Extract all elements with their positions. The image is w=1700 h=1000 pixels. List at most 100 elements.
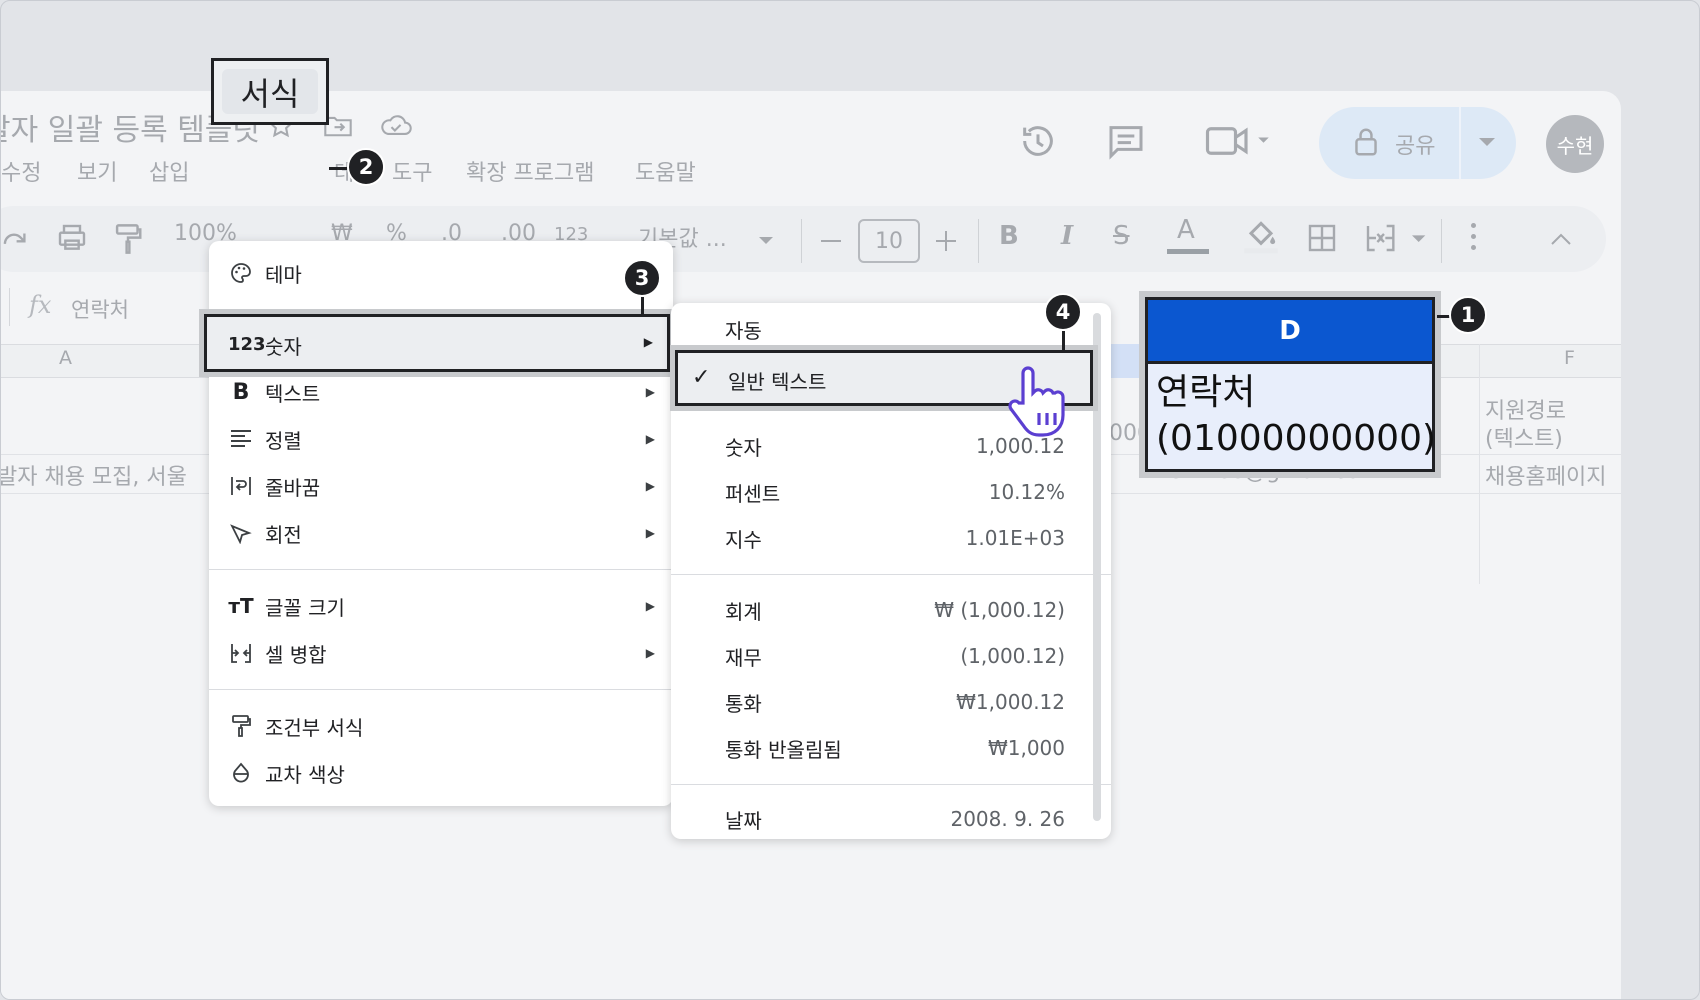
menu-item-conditional-format[interactable]: 조건부 서식	[209, 706, 673, 746]
submenu-item-accounting-example: ₩ (1,000.12)	[934, 598, 1065, 622]
callout-cell-line1: 연락처	[1156, 372, 1256, 413]
meet-camera-icon[interactable]	[1204, 123, 1274, 163]
share-dropdown-icon[interactable]	[1479, 138, 1495, 146]
hand-cursor-icon	[1005, 363, 1073, 443]
menu-item-rotate[interactable]: 회전 ▶	[209, 513, 673, 553]
font-size-increase-icon[interactable]	[936, 231, 956, 251]
submenu-scrollbar[interactable]	[1093, 313, 1101, 821]
palette-icon	[227, 259, 255, 287]
paint-format-icon[interactable]	[113, 222, 143, 260]
submenu-item-currency-rounded-example: ₩1,000	[987, 736, 1065, 760]
avatar[interactable]: 수현	[1546, 115, 1604, 173]
formula-input[interactable]: 연락처	[71, 294, 129, 324]
submenu-item-currency-rounded-label: 통화 반올림됨	[725, 737, 842, 762]
callout-column-header: D	[1148, 300, 1432, 364]
lock-icon	[1352, 127, 1380, 161]
column-header-a[interactable]: A	[59, 347, 72, 369]
menu-item-text[interactable]: B 텍스트 ▶	[209, 372, 673, 412]
submenu-item-accounting-label: 회계	[725, 599, 762, 624]
share-button[interactable]: 공유	[1319, 107, 1516, 179]
menu-item-wrap[interactable]: 줄바꿈 ▶	[209, 466, 673, 506]
cloud-saved-icon	[379, 109, 413, 143]
font-size-decrease-icon[interactable]	[821, 240, 841, 242]
menu-item-alternating-colors-label: 교차 색상	[265, 762, 345, 787]
submenu-item-currency-label: 통화	[725, 691, 762, 716]
menu-extensions[interactable]: 확장 프로그램	[466, 155, 594, 187]
menu-separator	[671, 784, 1111, 785]
menu-item-theme-label: 테마	[265, 262, 302, 287]
more-options-icon[interactable]	[1471, 223, 1477, 253]
submenu-item-accounting[interactable]: 회계 ₩ (1,000.12)	[671, 590, 1111, 630]
menu-item-number[interactable]: 123 숫자 ▶	[199, 309, 675, 377]
submenu-item-financial-example: (1,000.12)	[960, 644, 1065, 668]
share-label: 공유	[1395, 134, 1436, 159]
submenu-arrow-icon: ▶	[645, 479, 655, 493]
check-icon: ✓	[692, 365, 711, 390]
submenu-item-currency-rounded[interactable]: 통화 반올림됨 ₩1,000	[671, 728, 1111, 768]
menu-item-wrap-label: 줄바꿈	[265, 475, 321, 500]
share-divider	[1459, 107, 1461, 179]
cell-f1-line2[interactable]: (텍스트)	[1485, 421, 1563, 453]
submenu-item-percent[interactable]: 퍼센트 10.12%	[671, 472, 1111, 512]
rotate-icon	[227, 519, 255, 547]
menu-item-align[interactable]: 정렬 ▶	[209, 419, 673, 459]
cell-a2[interactable]: 발자 채용 모집, 서울	[1, 459, 187, 491]
submenu-item-currency[interactable]: 통화 ₩1,000.12	[671, 682, 1111, 722]
submenu-item-date[interactable]: 날짜 2008. 9. 26	[671, 799, 1111, 839]
column-d-callout: D 연락처 (01000000000)	[1139, 291, 1441, 478]
strikethrough-icon[interactable]: S	[1113, 221, 1130, 251]
menu-item-text-label: 텍스트	[265, 381, 321, 406]
paint-roller-icon	[227, 712, 255, 740]
submenu-item-scientific-label: 지수	[725, 527, 762, 552]
window-frame: 발자 일괄 등록 템플릿 수정 보기 삽입 데 도구 확장 프로그램 도움말 공…	[0, 0, 1700, 1000]
menu-help[interactable]: 도움말	[635, 155, 696, 187]
callout-cell-content: 연락처 (01000000000)	[1148, 364, 1436, 468]
fill-color-icon[interactable]	[1241, 215, 1281, 259]
menu-item-font-size[interactable]: тT 글꼴 크기 ▶	[209, 586, 673, 626]
menu-item-merge[interactable]: 셀 병합 ▶	[209, 633, 673, 673]
menu-tools[interactable]: 도구	[392, 155, 432, 187]
menu-item-merge-label: 셀 병합	[265, 642, 327, 667]
cell-f2[interactable]: 채용홈페이지	[1485, 459, 1606, 491]
borders-icon[interactable]	[1306, 222, 1338, 258]
menu-insert[interactable]: 삽입	[149, 155, 189, 187]
toolbar-divider	[801, 219, 802, 263]
submenu-item-financial[interactable]: 재무 (1,000.12)	[671, 636, 1111, 676]
version-history-icon[interactable]	[1018, 121, 1058, 165]
font-dropdown-chevron-icon[interactable]	[759, 237, 773, 244]
menu-format-label: 서식	[240, 74, 300, 113]
drop-icon	[227, 759, 255, 787]
merge-cells-icon[interactable]	[1364, 222, 1428, 258]
submenu-item-scientific[interactable]: 지수 1.01E+03	[671, 518, 1111, 558]
callout-connector-3	[641, 297, 644, 315]
gridline	[1479, 344, 1480, 584]
submenu-item-plain-text-label: 일반 텍스트	[728, 370, 827, 394]
submenu-arrow-icon: ▶	[643, 335, 653, 349]
menu-item-theme[interactable]: 테마	[209, 253, 673, 293]
comments-icon[interactable]	[1106, 121, 1146, 165]
submenu-arrow-icon: ▶	[645, 599, 655, 613]
menu-separator	[209, 689, 673, 690]
bold-icon[interactable]: B	[999, 221, 1019, 251]
menu-separator	[671, 574, 1111, 575]
submenu-arrow-icon: ▶	[645, 385, 655, 399]
print-icon[interactable]	[56, 222, 88, 258]
menu-format[interactable]: 서식	[211, 58, 329, 125]
menu-item-number-label: 숫자	[265, 335, 302, 359]
redo-icon[interactable]	[1, 225, 27, 259]
menu-item-alternating-colors[interactable]: 교차 색상	[209, 753, 673, 793]
font-size-input[interactable]: 10	[858, 219, 920, 263]
menu-view[interactable]: 보기	[77, 155, 117, 187]
text-color-icon[interactable]: A	[1167, 215, 1209, 255]
menu-item-font-size-label: 글꼴 크기	[265, 595, 345, 620]
menu-item-rotate-label: 회전	[265, 522, 302, 547]
submenu-item-scientific-example: 1.01E+03	[965, 526, 1065, 550]
font-size-icon: тT	[228, 594, 254, 618]
submenu-arrow-icon: ▶	[645, 646, 655, 660]
menu-separator	[209, 569, 673, 570]
menu-edit[interactable]: 수정	[1, 155, 41, 187]
italic-icon[interactable]: I	[1061, 221, 1073, 251]
submenu-item-auto-label: 자동	[725, 318, 762, 343]
collapse-chevron-icon[interactable]	[1549, 229, 1573, 253]
column-header-f[interactable]: F	[1564, 347, 1575, 369]
